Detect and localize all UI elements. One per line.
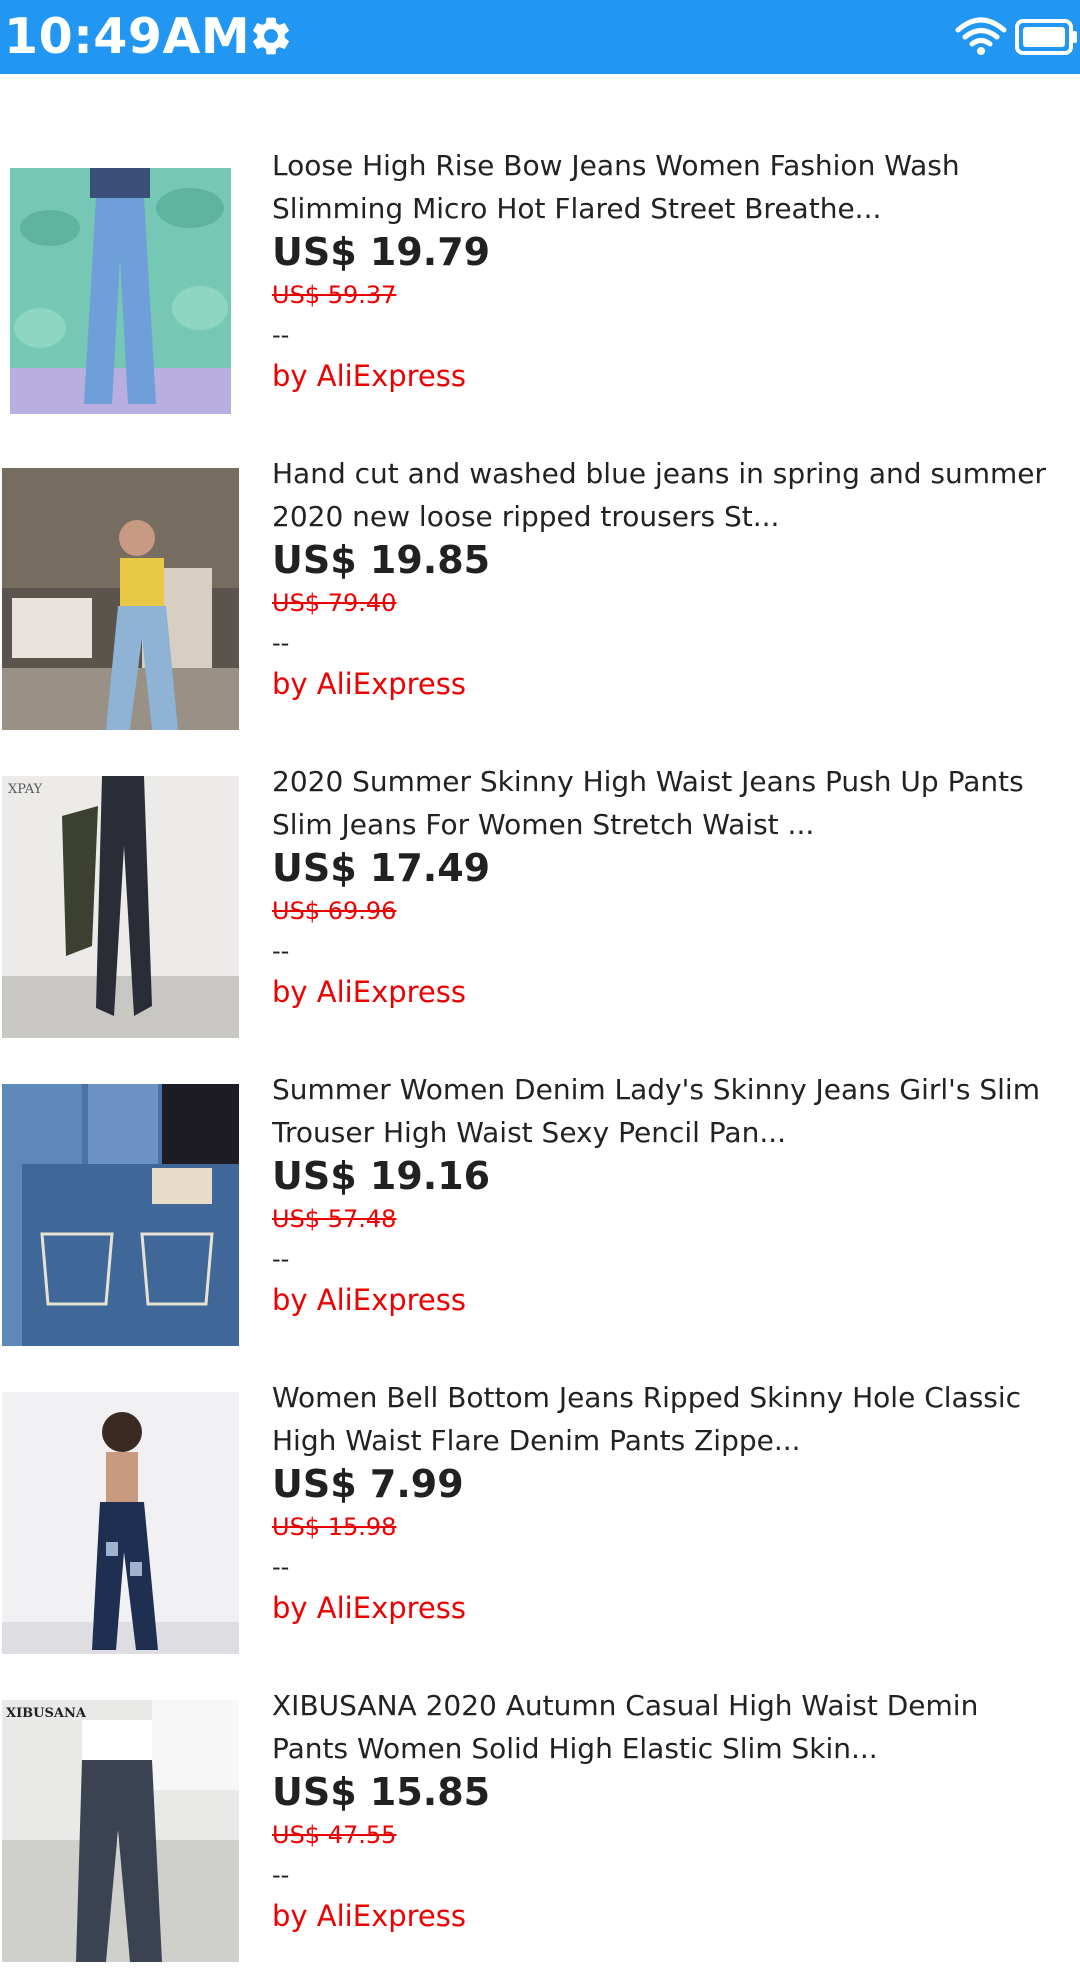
product-image-watermark: XPAY — [8, 782, 43, 797]
product-item[interactable]: Loose High Rise Bow Jeans Women Fashion … — [0, 134, 1080, 442]
product-seller: by AliExpress — [272, 1899, 466, 1933]
product-image[interactable] — [2, 468, 239, 730]
product-rating: -- — [272, 937, 290, 965]
product-seller: by AliExpress — [272, 1283, 466, 1317]
product-price: US$ 19.85 — [272, 538, 491, 582]
product-rating: -- — [272, 629, 290, 657]
product-image[interactable] — [10, 168, 231, 414]
product-image-watermark: XIBUSANA — [6, 1706, 86, 1721]
product-price: US$ 19.16 — [272, 1154, 491, 1198]
product-title[interactable]: Loose High Rise Bow Jeans Women Fashion … — [272, 144, 1077, 230]
product-title[interactable]: Hand cut and washed blue jeans in spring… — [272, 452, 1077, 538]
product-title[interactable]: XIBUSANA 2020 Autumn Casual High Waist D… — [272, 1684, 1077, 1770]
product-original-price: US$ 47.55 — [272, 1821, 397, 1849]
product-seller: by AliExpress — [272, 975, 466, 1009]
product-original-price: US$ 79.40 — [272, 589, 397, 617]
battery-icon — [1015, 19, 1077, 55]
product-seller: by AliExpress — [272, 667, 466, 701]
product-price: US$ 17.49 — [272, 846, 491, 890]
product-original-price: US$ 57.48 — [272, 1205, 397, 1233]
product-price: US$ 19.79 — [272, 230, 491, 274]
product-rating: -- — [272, 1861, 290, 1889]
product-item[interactable]: Summer Women Denim Lady's Skinny Jeans G… — [0, 1058, 1080, 1366]
product-original-price: US$ 15.98 — [272, 1513, 397, 1541]
product-original-price: US$ 69.96 — [272, 897, 397, 925]
product-original-price: US$ 59.37 — [272, 281, 397, 309]
product-image[interactable]: XPAY — [2, 776, 239, 1038]
product-price: US$ 15.85 — [272, 1770, 491, 1814]
product-image[interactable]: XIBUSANA — [2, 1700, 239, 1962]
product-seller: by AliExpress — [272, 1591, 466, 1625]
product-image[interactable] — [2, 1392, 239, 1654]
product-price: US$ 7.99 — [272, 1462, 464, 1506]
product-image[interactable] — [2, 1084, 239, 1346]
status-time: 10:49AM — [4, 8, 251, 65]
wifi-icon — [955, 17, 1007, 55]
gear-icon — [253, 17, 289, 55]
product-title[interactable]: Summer Women Denim Lady's Skinny Jeans G… — [272, 1068, 1077, 1154]
product-item[interactable]: Hand cut and washed blue jeans in spring… — [0, 442, 1080, 750]
product-seller: by AliExpress — [272, 359, 466, 393]
product-rating: -- — [272, 1245, 290, 1273]
status-bar: 10:49AM — [0, 0, 1080, 74]
product-item[interactable]: Women Bell Bottom Jeans Ripped Skinny Ho… — [0, 1366, 1080, 1674]
product-rating: -- — [272, 1553, 290, 1581]
product-item[interactable]: XIBUSANA XIBUSANA 2020 Autumn Casual Hig… — [0, 1674, 1080, 1982]
product-title[interactable]: Women Bell Bottom Jeans Ripped Skinny Ho… — [272, 1376, 1077, 1462]
product-rating: -- — [272, 321, 290, 349]
product-title[interactable]: 2020 Summer Skinny High Waist Jeans Push… — [272, 760, 1077, 846]
product-item[interactable]: XPAY 2020 Summer Skinny High Waist Jeans… — [0, 750, 1080, 1058]
